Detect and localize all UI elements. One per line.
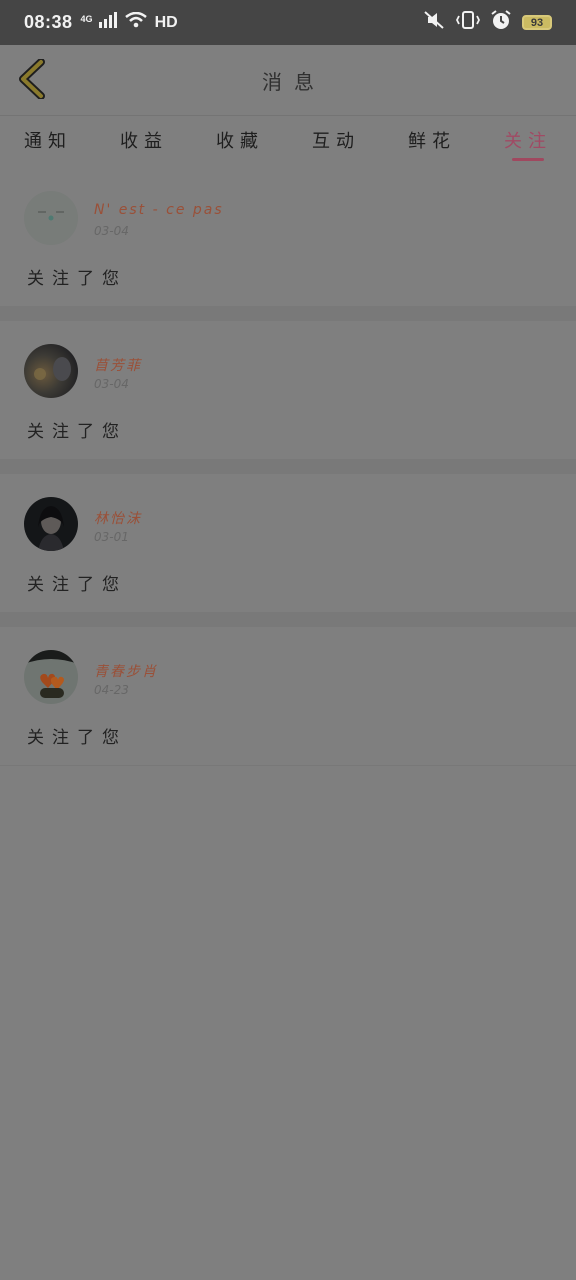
- notification-message: 关注了您: [27, 575, 127, 595]
- tab-label: 互动: [312, 131, 360, 152]
- avatar[interactable]: [24, 191, 78, 245]
- tab-label: 关注: [504, 131, 552, 152]
- tab-label: 收藏: [216, 131, 264, 152]
- notification-message: 关注了您: [27, 728, 127, 748]
- tab-notifications[interactable]: 通知: [0, 116, 96, 164]
- status-bar: 08:38 4G HD 93: [0, 0, 576, 45]
- notification-message: 关注了您: [27, 269, 127, 289]
- status-time: 08:38: [24, 12, 73, 32]
- app-header: 消息: [0, 45, 576, 116]
- wifi-icon: [124, 11, 147, 33]
- notification-date: 03-01: [94, 530, 129, 544]
- vibrate-icon: [455, 10, 481, 35]
- list-item[interactable]: 苜芳菲 03-04 关注了您: [0, 321, 576, 474]
- user-name[interactable]: 青春步肖: [94, 661, 158, 681]
- active-tab-indicator: [512, 158, 544, 161]
- tab-favorites[interactable]: 收藏: [192, 116, 288, 164]
- notification-date: 04-23: [94, 683, 129, 697]
- list-item[interactable]: 青春步肖 04-23 关注了您: [0, 627, 576, 766]
- signal-icon: [98, 12, 117, 33]
- tab-follows[interactable]: 关注: [480, 116, 576, 164]
- notification-date: 03-04: [94, 224, 129, 238]
- user-name[interactable]: N' est - ce pas: [94, 202, 224, 218]
- mute-icon: [422, 10, 446, 35]
- tab-label: 收益: [120, 131, 168, 152]
- alarm-icon: [490, 9, 512, 36]
- page-title: 消息: [262, 69, 326, 94]
- tab-interactions[interactable]: 互动: [288, 116, 384, 164]
- back-button[interactable]: [12, 57, 52, 101]
- notification-message: 关注了您: [27, 422, 127, 442]
- avatar[interactable]: [24, 344, 78, 398]
- tab-earnings[interactable]: 收益: [96, 116, 192, 164]
- avatar[interactable]: [24, 650, 78, 704]
- wifi-hd-label: HD: [154, 13, 178, 31]
- tab-label: 鲜花: [408, 131, 456, 152]
- tab-flowers[interactable]: 鲜花: [384, 116, 480, 164]
- avatar[interactable]: [24, 497, 78, 551]
- network-label: 4G: [80, 13, 93, 24]
- user-name[interactable]: 林怡沫: [94, 508, 142, 528]
- notification-date: 03-04: [94, 377, 129, 391]
- list-item[interactable]: N' est - ce pas 03-04 关注了您: [0, 168, 576, 321]
- list-item[interactable]: 林怡沫 03-01 关注了您: [0, 474, 576, 627]
- tab-bar: 通知 收益 收藏 互动 鲜花 关注: [0, 116, 576, 164]
- notification-list: N' est - ce pas 03-04 关注了您 苜芳菲 03-04 关注了…: [0, 168, 576, 766]
- user-name[interactable]: 苜芳菲: [94, 355, 142, 375]
- battery-icon: 93: [522, 15, 552, 30]
- tab-label: 通知: [24, 131, 72, 152]
- chevron-left-icon: [19, 59, 45, 99]
